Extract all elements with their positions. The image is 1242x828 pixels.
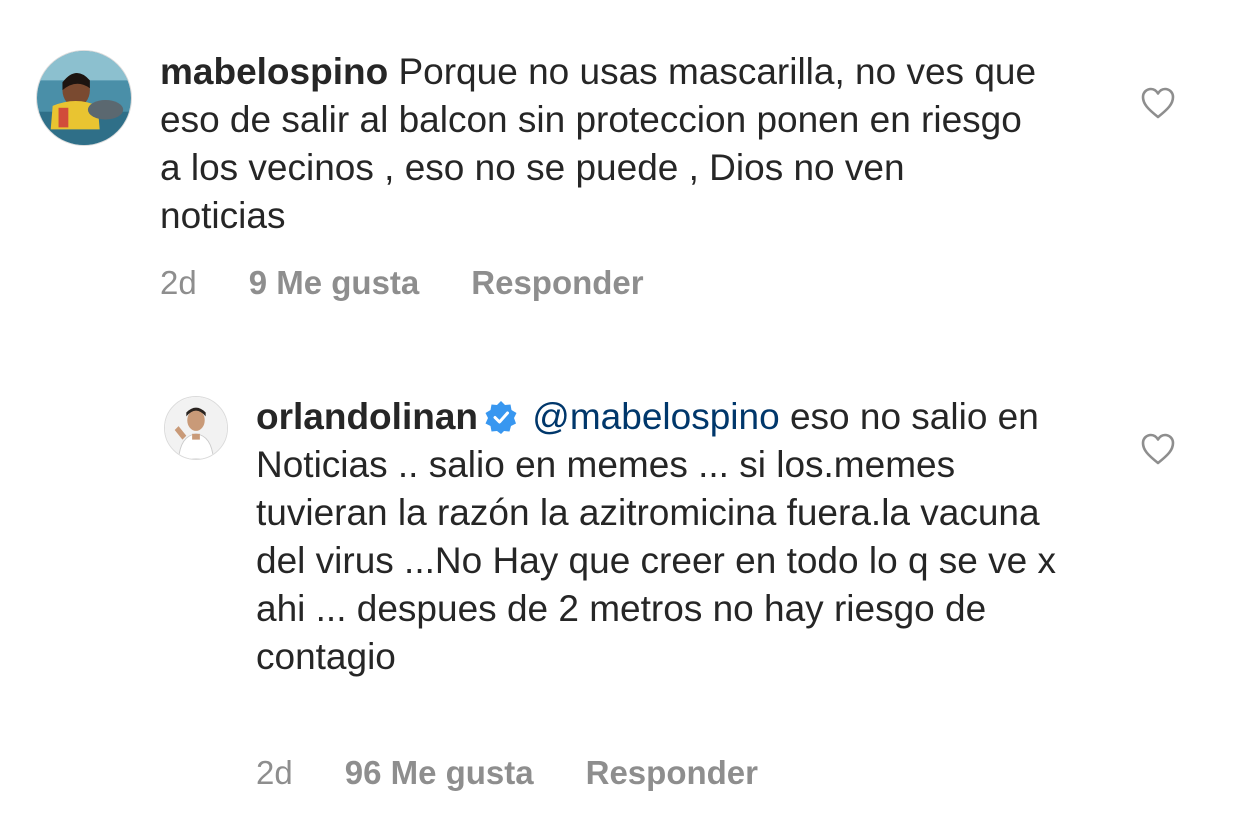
reply-button[interactable]: Responder	[586, 754, 758, 792]
comment-meta: 2d 96 Me gusta Responder	[256, 754, 758, 792]
username[interactable]: orlandolinan	[256, 396, 478, 437]
comment-text: orlandolinan @mabelospino eso no salio e…	[256, 393, 1086, 681]
timestamp: 2d	[256, 754, 293, 791]
comment-orlandolinan: orlandolinan @mabelospino eso no salio e…	[0, 0, 1242, 828]
like-button[interactable]	[1140, 432, 1176, 466]
verified-badge-icon	[484, 400, 518, 434]
mention-link[interactable]: @mabelospino	[532, 396, 779, 437]
avatar[interactable]	[164, 396, 228, 460]
comment-body: eso no salio en Noticias .. salio en mem…	[256, 396, 1057, 677]
likes-count[interactable]: 96 Me gusta	[345, 754, 534, 792]
heart-outline-icon	[1141, 433, 1175, 465]
profile-photo-man-icon	[165, 397, 227, 459]
